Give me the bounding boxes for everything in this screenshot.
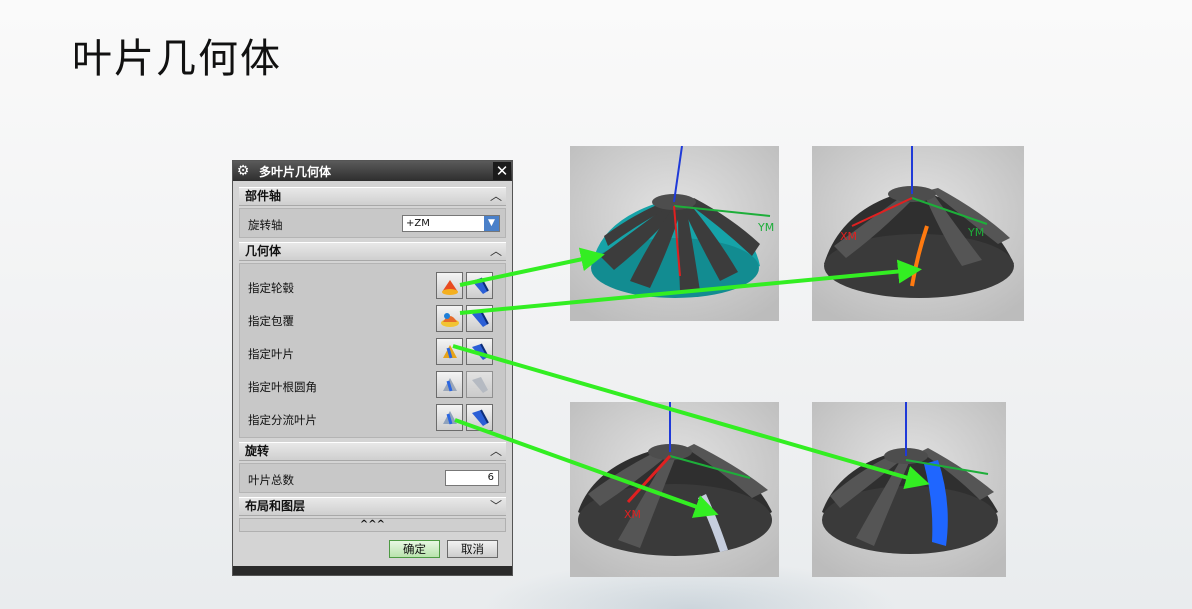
arrow-hub-to-render	[459, 247, 605, 287]
connector-arrows	[452, 247, 930, 518]
arrow-shroud-to-render	[459, 259, 922, 315]
arrow-blade-to-render	[452, 344, 930, 490]
arrow-splitter-to-render	[454, 418, 719, 518]
